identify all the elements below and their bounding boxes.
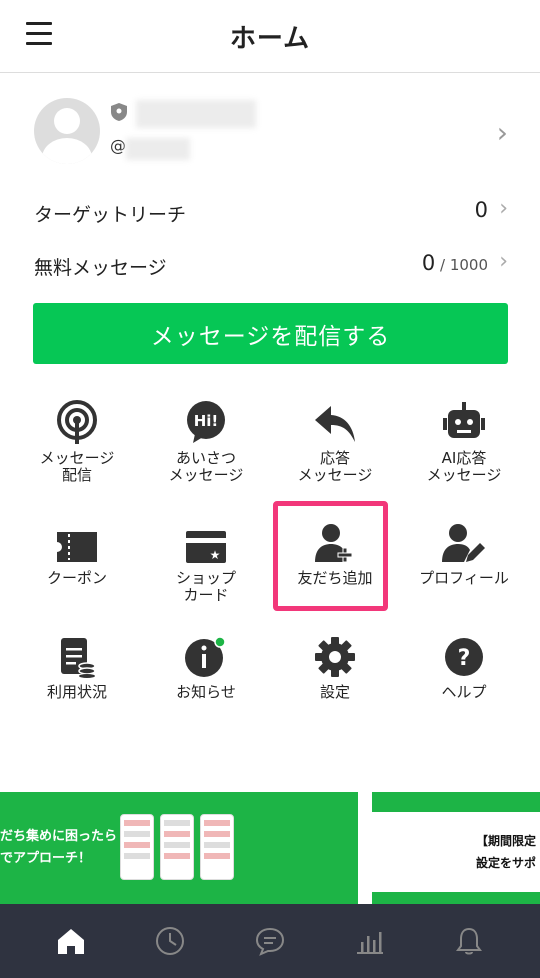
- highlight-box: [273, 501, 388, 611]
- chevron-right-icon: ›: [499, 249, 508, 274]
- svg-text:★: ★: [210, 548, 221, 562]
- grid-item-profile[interactable]: プロフィール: [404, 518, 524, 587]
- grid-item-help[interactable]: ? ヘルプ: [404, 632, 524, 701]
- stats-icon: [357, 932, 383, 954]
- page-title: ホーム: [229, 24, 311, 54]
- grid-item-coupon[interactable]: クーポン: [17, 518, 137, 587]
- avatar: [34, 98, 100, 164]
- coupon-icon: [57, 532, 97, 562]
- grid-item-settings[interactable]: 設定: [275, 632, 395, 701]
- shop-card-icon: ★: [186, 531, 226, 563]
- broadcast-icon: [57, 400, 97, 444]
- gear-icon: [315, 637, 355, 677]
- bottom-tab-bar: [0, 904, 540, 978]
- account-profile[interactable]: @ ›: [0, 88, 540, 178]
- hi-bubble-icon: Hi!: [187, 401, 225, 443]
- info-icon: [185, 636, 226, 677]
- bell-icon: [456, 927, 482, 955]
- robot-icon: [443, 402, 485, 438]
- phone-image: [160, 814, 194, 880]
- svg-text:Hi!: Hi!: [194, 412, 219, 430]
- chevron-right-icon: ›: [496, 116, 508, 149]
- usage-icon: [61, 638, 96, 678]
- grid-label: 利用状況: [46, 683, 107, 701]
- notification-dot: [214, 636, 226, 648]
- grid-label: ヘルプ: [441, 683, 487, 701]
- grid-label: プロフィール: [419, 569, 509, 587]
- grid-item-usage[interactable]: 利用状況: [17, 632, 137, 701]
- clock-icon: [156, 927, 184, 955]
- grid-label: 設定: [319, 683, 350, 701]
- tab-history[interactable]: [153, 922, 187, 960]
- help-icon: ?: [445, 638, 483, 676]
- stat-value: 0: [474, 198, 488, 222]
- chat-icon: [255, 927, 285, 956]
- promo-banner[interactable]: だち集めに困ったら でアプローチ！: [0, 792, 358, 904]
- phone-image: [200, 814, 234, 880]
- home-icon: [58, 929, 84, 954]
- target-reach-row[interactable]: ターゲットリーチ 0 ›: [34, 196, 508, 230]
- send-message-button[interactable]: メッセージを配信する: [33, 303, 508, 364]
- reply-arrow-icon: [315, 406, 355, 442]
- grid-item-message-broadcast[interactable]: メッセージ 配信: [17, 398, 137, 484]
- grid-label: ショップ カード: [175, 569, 236, 604]
- tab-home[interactable]: [54, 922, 88, 960]
- tab-analytics[interactable]: [353, 922, 387, 960]
- grid-label: あいさつ メッセージ: [168, 449, 244, 484]
- grid-label: クーポン: [46, 569, 107, 587]
- grid-item-news[interactable]: お知らせ: [146, 632, 266, 701]
- stat-value: 0 / 1000: [421, 251, 488, 275]
- banner-text: だち集めに困ったら でアプローチ！: [0, 829, 118, 866]
- grid-label: お知らせ: [176, 683, 236, 701]
- shield-icon: [111, 103, 127, 121]
- grid-item-auto-reply[interactable]: 応答 メッセージ: [275, 398, 395, 484]
- grid-label: AI応答 メッセージ: [426, 449, 502, 484]
- stat-label: ターゲットリーチ: [34, 204, 187, 226]
- grid-label: メッセージ 配信: [39, 449, 115, 484]
- account-id-redacted: [126, 138, 190, 160]
- grid-item-ai-reply[interactable]: AI応答 メッセージ: [404, 398, 524, 484]
- grid-item-greeting-message[interactable]: Hi! あいさつ メッセージ: [146, 398, 266, 484]
- header: ホーム: [0, 0, 540, 73]
- grid-label: 応答 メッセージ: [297, 449, 373, 484]
- tab-notifications[interactable]: [452, 922, 486, 960]
- promo-banner-carousel[interactable]: だち集めに困ったら でアプローチ！ 【期間限定 設定をサポ: [0, 792, 540, 904]
- account-id-prefix: @: [110, 136, 126, 155]
- free-messages-row[interactable]: 無料メッセージ 0 / 1000 ›: [34, 249, 508, 283]
- grid-item-shop-card[interactable]: ★ ショップ カード: [146, 518, 266, 604]
- phone-image: [120, 814, 154, 880]
- banner-text: 【期間限定 設定をサポ: [476, 834, 537, 870]
- profile-edit-icon: [442, 524, 485, 562]
- account-name-redacted: [136, 100, 256, 128]
- promo-banner[interactable]: 【期間限定 設定をサポ: [372, 792, 540, 904]
- chevron-right-icon: ›: [499, 196, 508, 221]
- stat-label: 無料メッセージ: [34, 257, 167, 279]
- svg-text:?: ?: [458, 646, 471, 671]
- tab-chat[interactable]: [253, 922, 287, 960]
